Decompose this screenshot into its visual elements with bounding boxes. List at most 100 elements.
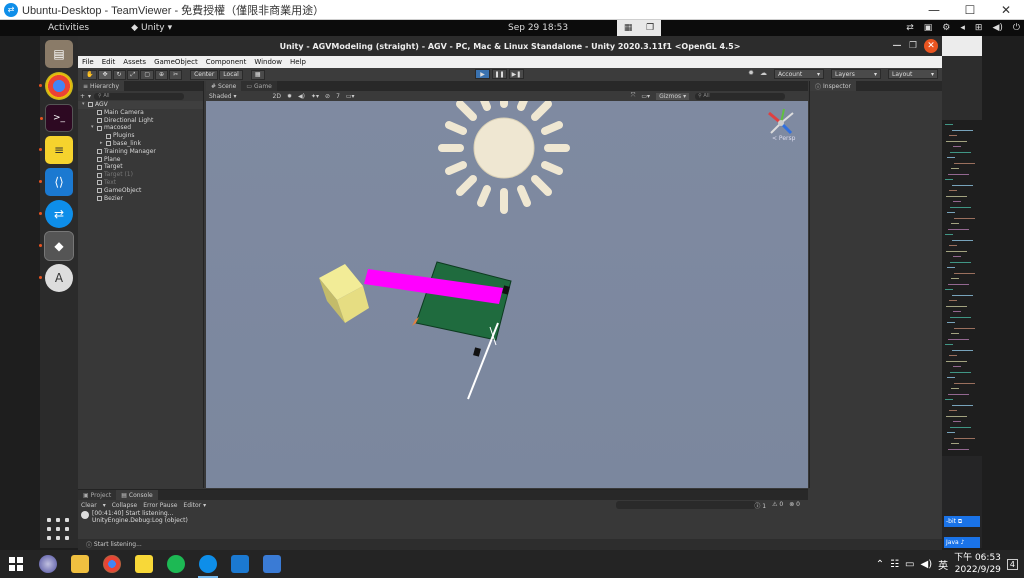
taskbar-file-explorer[interactable] [64,550,96,578]
taskbar-chrome[interactable] [96,550,128,578]
close-button[interactable]: ✕ [924,39,938,53]
menu-help[interactable]: Help [290,58,306,66]
hierarchy-item[interactable]: ▸ base_link [78,140,203,148]
taskbar-sticky-notes[interactable] [128,550,160,578]
orientation-gizmo[interactable] [768,108,794,135]
shading-mode-dropdown[interactable]: Shaded ▾ [209,93,237,100]
start-button[interactable] [0,557,32,571]
hierarchy-item[interactable]: Target [78,163,203,171]
bit-button[interactable]: -bit ⧉ [944,516,980,527]
app-menu[interactable]: ◆ Unity ▾ [131,23,172,33]
pivot-center-toggle[interactable]: Center [190,69,219,80]
minimize-button[interactable]: — [916,3,952,17]
error-count-toggle[interactable]: ⊗ 0 [789,501,800,510]
scene-viewport[interactable]: < Persp [206,101,808,488]
account-dropdown[interactable]: Account ▾ [774,69,824,79]
editor-dropdown[interactable]: Editor ▾ [183,502,206,509]
pivot-local-toggle[interactable]: Local [219,69,243,80]
show-applications-icon[interactable] [47,518,71,542]
notes-icon[interactable]: ≡ [39,136,73,164]
taskbar-teamviewer[interactable] [192,550,224,578]
hierarchy-item[interactable]: Plugins [78,132,203,140]
tab-inspector[interactable]: ⓘ Inspector [810,81,857,91]
warning-count-toggle[interactable]: ⚠ 0 [772,501,783,510]
move-tool-button[interactable]: ✥ [98,69,112,80]
step-button[interactable]: ▶❚ [509,69,524,79]
ime-indicator[interactable]: 英 [938,557,948,572]
activities-button[interactable]: Activities [48,23,89,33]
menu-file[interactable]: File [82,58,94,66]
system-tray[interactable]: ⇄ ▣ ⚙ ◂ ⊞ ◀) ⏻ [906,23,1020,33]
taskbar-clock[interactable]: 下午 06:53 2022/9/29 [954,552,1001,576]
transform-tool-button[interactable]: ⊕ [155,69,169,80]
play-button[interactable]: ▶ [475,69,490,79]
custom-tool-button[interactable]: ✂ [169,69,183,80]
hidden-objects-icon[interactable]: ⊘ [325,93,330,100]
unity-dock-icon[interactable]: ◆ [39,231,74,261]
layer-count[interactable]: 7 [336,93,340,100]
tab-console[interactable]: ▤ Console [116,490,158,500]
taskbar-app-1[interactable] [32,550,64,578]
teamviewer-remote-toolbar[interactable]: ▦ ❐ [617,20,661,36]
hierarchy-item[interactable]: ▾ AGV [78,101,203,109]
add-object-button[interactable]: + [80,93,85,100]
hierarchy-item[interactable]: Target (1) [78,171,203,179]
camera-dropdown-icon[interactable]: ▭▾ [641,93,650,100]
rect-tool-button[interactable]: ▢ [140,69,155,80]
display-icon[interactable]: ▭ [905,559,914,570]
maximize-button[interactable]: ☐ [952,3,988,17]
hierarchy-item[interactable]: Main Camera [78,109,203,117]
info-count-toggle[interactable]: ⓘ 1 [754,501,766,510]
close-button[interactable]: ✕ [988,3,1024,17]
effects-dropdown-icon[interactable]: ✦▾ [311,93,319,100]
menu-gameobject[interactable]: GameObject [154,58,198,66]
cloud-icon[interactable]: ☁ [760,69,767,79]
grid-snap-button[interactable]: ▦ [250,69,265,80]
rotate-tool-button[interactable]: ↻ [112,69,126,80]
minimize-button[interactable]: — [890,39,904,53]
camera-settings-icon[interactable]: ▭▾ [346,93,355,100]
hierarchy-item[interactable]: GameObject [78,187,203,195]
hierarchy-search-input[interactable]: ⚲ All [94,92,185,100]
hierarchy-item[interactable]: Bezier [78,195,203,203]
collapse-toggle[interactable]: Collapse [112,502,138,509]
hierarchy-item[interactable]: Text [78,179,203,187]
menu-edit[interactable]: Edit [102,58,116,66]
scale-tool-button[interactable]: ⤢ [126,69,140,80]
tab-project[interactable]: ▣ Project [78,490,117,500]
target-cube[interactable] [319,264,369,323]
layout-dropdown[interactable]: Layout ▾ [888,69,938,79]
hierarchy-item[interactable]: Plane [78,156,203,164]
tab-scene[interactable]: # Scene [206,81,242,91]
lighting-toggle-icon[interactable]: ✹ [287,93,292,100]
volume-icon[interactable]: ◀) [921,559,933,570]
hierarchy-item[interactable]: ▾ macosed [78,124,203,132]
maximize-button[interactable]: ❐ [906,39,920,53]
network-icon[interactable]: ☷ [890,559,899,570]
system-clock[interactable]: Sep 29 18:53 [508,23,568,33]
hierarchy-item[interactable]: Training Manager [78,148,203,156]
status-message[interactable]: Start listening... [94,541,142,548]
error-pause-toggle[interactable]: Error Pause [143,502,177,509]
console-log-entry[interactable]: [00:41:40] Start listening... UnityEngin… [78,510,808,524]
taskbar-vscode[interactable] [224,550,256,578]
taskbar-spotify[interactable] [160,550,192,578]
persp-label[interactable]: < Persp [772,135,795,142]
gizmo-tools-icon[interactable]: ⤧ [631,92,636,100]
chevron-up-icon[interactable]: ⌃ [876,559,884,570]
taskbar-photos[interactable] [256,550,288,578]
menu-window[interactable]: Window [254,58,282,66]
gizmos-dropdown[interactable]: Gizmos ▾ [656,92,690,100]
terminal-icon[interactable]: >_ [40,104,73,132]
toggle-2d-button[interactable]: 2D [273,93,281,100]
tab-game[interactable]: ▭ Game [241,81,277,91]
menu-component[interactable]: Component [206,58,247,66]
teamviewer-dock-icon[interactable]: ⇄ [39,200,73,228]
software-center-icon[interactable]: A [39,264,73,292]
chrome-icon[interactable] [39,72,73,100]
pause-button[interactable]: ❚❚ [492,69,507,79]
vscode-icon[interactable]: ⟨⟩ [39,168,73,196]
tab-hierarchy[interactable]: ≡ Hierarchy [78,81,125,91]
hierarchy-item[interactable]: Directional Light [78,117,203,125]
java-button[interactable]: Java ♪ [944,537,980,548]
